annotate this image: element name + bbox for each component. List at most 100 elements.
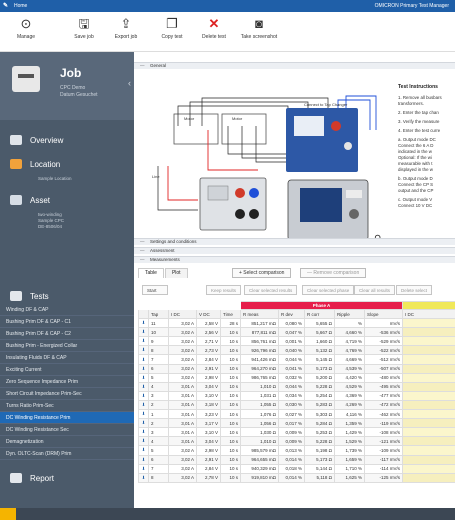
sidebar-item-test[interactable]: Bushing Prim DF & CAP - C2 bbox=[0, 328, 134, 340]
sidebar-item-asset[interactable]: Asset bbox=[0, 192, 134, 208]
panel-measurements[interactable]: Measurements bbox=[134, 256, 455, 263]
collapse-sidebar-icon[interactable]: ‹ bbox=[128, 78, 131, 88]
tab-plot[interactable]: Plot bbox=[164, 268, 188, 278]
table-cell: -480 mV/s bbox=[363, 372, 404, 383]
row-pin-icon[interactable]: ⬇ bbox=[138, 381, 149, 392]
table-row[interactable]: ⬇ 7 3,02 A 2,84 V 10 s 941,426 mΩ 0,044 % 5,145… bbox=[138, 354, 455, 365]
job-status: Datum Gesuchet bbox=[60, 92, 98, 98]
manage-button[interactable]: ⊙ Manage bbox=[4, 16, 48, 50]
table-row[interactable]: ⬇ 6 3,02 A 2,91 V 10 s 964,655 mΩ 0,014 % 5,173… bbox=[138, 454, 455, 465]
sidebar-item-report[interactable]: Report bbox=[0, 470, 134, 486]
column-header[interactable]: Slope bbox=[363, 308, 404, 320]
select-comparison-button[interactable]: + Select comparison bbox=[232, 268, 292, 278]
table-cell: 10 s bbox=[220, 463, 241, 474]
table-row[interactable]: ⬇ 8 3,02 A 2,73 V 10 s 926,796 mΩ 0,040 % 5,132… bbox=[138, 345, 455, 356]
clear-selected-results-button[interactable]: Clear selected results bbox=[244, 285, 298, 295]
sidebar-item-test[interactable]: Exciting Current bbox=[0, 364, 134, 376]
asset-note-line: DE-8506/04 bbox=[38, 224, 63, 229]
table-row[interactable]: ⬇ 9 3,02 A 2,71 V 10 s 856,761 mΩ 0,001 % 1,660… bbox=[138, 336, 455, 347]
column-header[interactable]: R meas bbox=[240, 308, 279, 320]
column-header[interactable]: I DC bbox=[168, 308, 197, 320]
table-row[interactable]: ⬇ 7 3,02 A 2,84 V 10 s 940,329 mΩ 0,018 % 5,144… bbox=[138, 463, 455, 474]
row-pin-icon[interactable]: ⬇ bbox=[138, 418, 149, 429]
sidebar-item-test[interactable]: DC Winding Resistance Prim bbox=[0, 412, 134, 424]
table-row[interactable]: ⬇ 4 3,01 A 3,04 V 10 s 1,010 Ω 0,009 % 5,228 Ω1… bbox=[138, 436, 455, 447]
start-button[interactable]: Start bbox=[142, 285, 168, 295]
sidebar-item-test[interactable]: Turns Ratio Prim-Sec bbox=[0, 400, 134, 412]
row-pin-icon[interactable]: ⬇ bbox=[138, 399, 149, 411]
panel-assessment[interactable]: Assessment bbox=[134, 247, 455, 254]
save-job-button[interactable]: 🖫 Save job bbox=[62, 16, 106, 50]
home-crumb[interactable]: Home bbox=[14, 3, 27, 9]
take-screenshot-button[interactable]: ◙ Take screenshot bbox=[234, 16, 284, 50]
column-header[interactable]: R corr bbox=[304, 308, 335, 320]
row-pin-icon[interactable]: ⬇ bbox=[138, 445, 149, 456]
sidebar-item-overview[interactable]: Overview bbox=[0, 132, 134, 148]
remove-comparison-button[interactable]: — Remove comparison bbox=[300, 268, 367, 278]
table-row[interactable]: ⬇ 4 3,01 A 3,04 V 10 s 1,010 Ω 0,044 % 5,228 Ω4… bbox=[138, 381, 455, 392]
table-row[interactable]: ⬇ 5 3,02 A 2,98 V 10 s 986,765 mΩ 0,032 % 5,200… bbox=[138, 372, 455, 383]
toolbar: ⊙ Manage 🖫 Save job ⇪ Export job ❐ Copy … bbox=[0, 12, 455, 52]
sidebar-item-test[interactable]: Insulating Fluids DF & CAP bbox=[0, 352, 134, 364]
row-pin-icon[interactable]: ⬇ bbox=[138, 454, 149, 465]
row-pin-icon[interactable]: ⬇ bbox=[138, 354, 149, 365]
row-pin-icon[interactable]: ⬇ bbox=[138, 336, 149, 347]
column-header[interactable]: R dev bbox=[278, 308, 305, 320]
table-cell: -495 mV/s bbox=[363, 381, 404, 392]
table-row[interactable]: ⬇ 10 3,02 A 2,56 V 10 s 877,811 mΩ 0,047 % 5,66… bbox=[138, 327, 455, 338]
column-header[interactable]: Ripple bbox=[334, 308, 365, 320]
export-job-button[interactable]: ⇪ Export job bbox=[104, 16, 148, 50]
row-pin-icon[interactable]: ⬇ bbox=[138, 327, 149, 338]
row-pin-icon[interactable]: ⬇ bbox=[138, 472, 149, 483]
sidebar-item-test[interactable]: Winding DF & CAP bbox=[0, 304, 134, 316]
column-header[interactable]: Tap bbox=[148, 308, 169, 320]
table-row[interactable]: ⬇ 2 3,01 A 3,17 V 10 s 1,056 Ω 0,017 % 5,284 Ω1… bbox=[138, 418, 455, 429]
table-row[interactable]: ⬇ 3 3,01 A 3,10 V 10 s 1,031 Ω 0,034 % 5,254 Ω4… bbox=[138, 390, 455, 401]
tab-table[interactable]: Table bbox=[138, 268, 164, 278]
cpc-knob-red bbox=[235, 188, 245, 198]
table-row[interactable]: ⬇ 5 3,02 A 2,98 V 10 s 985,579 mΩ 0,013 % 5,198… bbox=[138, 445, 455, 456]
column-header[interactable]: Time bbox=[220, 308, 241, 320]
sidebar-item-test[interactable]: Zero Sequence Impedance Prim bbox=[0, 376, 134, 388]
table-row[interactable]: ⬇ 8 3,02 A 2,78 V 10 s 919,810 mΩ 0,014 % 5,118… bbox=[138, 472, 455, 483]
row-pin-icon[interactable]: ⬇ bbox=[138, 436, 149, 447]
phase-group-row: Phase A bbox=[138, 301, 455, 310]
row-pin-icon[interactable]: ⬇ bbox=[138, 318, 149, 329]
row-pin-icon[interactable]: ⬇ bbox=[138, 463, 149, 474]
column-header[interactable]: V DC bbox=[196, 308, 221, 320]
sidebar-item-test[interactable]: DC Winding Resistance Sec bbox=[0, 424, 134, 436]
table-row[interactable]: ⬇ 3 3,01 A 3,10 V 10 s 1,030 Ω 0,009 % 5,253 Ω1… bbox=[138, 427, 455, 438]
table-cell: 10 bbox=[148, 327, 169, 338]
table-row[interactable]: ⬇ 11 3,02 A 2,58 V 28 s 851,217 mΩ 0,080 % 5,65… bbox=[138, 318, 455, 329]
sidebar-item-test[interactable]: Bushing Prim DF & CAP - C1 bbox=[0, 316, 134, 328]
column-header[interactable]: I DC bbox=[402, 308, 455, 320]
panel-general[interactable]: General bbox=[134, 62, 455, 69]
table-cell: 10 s bbox=[220, 427, 241, 438]
table-row[interactable]: ⬇ 2 3,01 A 3,18 V 10 s 1,055 Ω 0,030 % 5,283 Ω4… bbox=[138, 399, 455, 411]
row-pin-icon[interactable]: ⬇ bbox=[138, 363, 149, 374]
row-pin-icon[interactable]: ⬇ bbox=[138, 372, 149, 383]
delete-selected-button[interactable]: Delete select bbox=[396, 285, 433, 295]
column-header[interactable] bbox=[138, 308, 149, 320]
row-pin-icon[interactable]: ⬇ bbox=[138, 345, 149, 356]
sidebar-item-test[interactable]: Bushing Prim - Energized Collar bbox=[0, 340, 134, 352]
sidebar-item-tests[interactable]: Tests bbox=[0, 288, 134, 304]
clear-selected-phase-button[interactable]: Clear selected phase bbox=[302, 285, 355, 295]
motor-mid-label: Motor bbox=[232, 116, 243, 121]
copy-test-button[interactable]: ❐ Copy test bbox=[150, 16, 194, 50]
table-cell: 6 bbox=[148, 363, 169, 374]
row-pin-icon[interactable]: ⬇ bbox=[138, 409, 149, 420]
delete-test-button[interactable]: ✕ Delete test bbox=[192, 16, 236, 50]
clear-all-results-button[interactable]: Clear all results bbox=[354, 285, 396, 295]
row-pin-icon[interactable]: ⬇ bbox=[138, 427, 149, 438]
sidebar-item-location[interactable]: Location bbox=[0, 156, 134, 172]
table-row[interactable]: ⬇ 6 3,02 A 2,91 V 10 s 964,270 mΩ 0,041 % 5,173… bbox=[138, 363, 455, 374]
panel-settings[interactable]: Settings and conditions bbox=[134, 238, 455, 245]
keep-results-button[interactable]: Keep results bbox=[206, 285, 242, 295]
table-cell: 1,010 Ω bbox=[240, 381, 279, 392]
sidebar-item-test[interactable]: Demagnetization bbox=[0, 436, 134, 448]
table-row[interactable]: ⬇ 1 3,01 A 3,23 V 10 s 1,076 Ω 0,027 % 5,303 Ω4… bbox=[138, 409, 455, 420]
row-pin-icon[interactable]: ⬇ bbox=[138, 390, 149, 401]
sidebar-item-test[interactable]: Dyn. OLTC-Scan (DRM) Prim bbox=[0, 448, 134, 460]
sidebar-item-test[interactable]: Short Circuit Impedance Prim-Sec bbox=[0, 388, 134, 400]
